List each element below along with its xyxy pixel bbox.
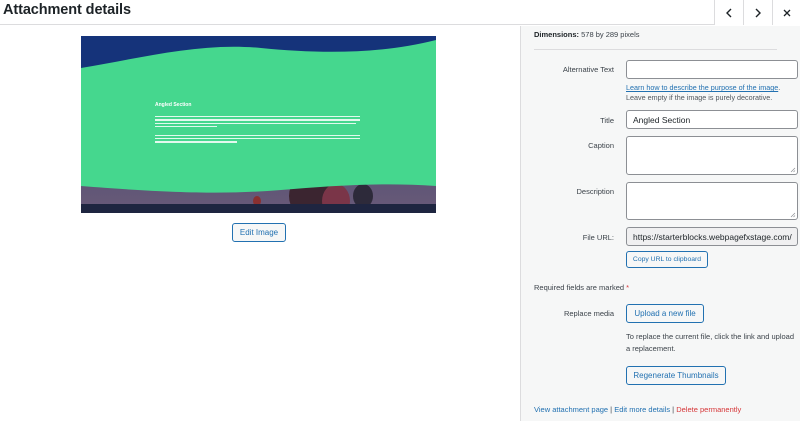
required-mark: * <box>626 283 630 292</box>
description-label: Description <box>576 187 614 196</box>
modal-title: Attachment details <box>3 2 131 18</box>
thumbnail-heading: Angled Section <box>155 102 192 108</box>
description-textarea[interactable] <box>626 182 798 220</box>
next-button[interactable] <box>743 0 772 25</box>
view-attachment-page-link[interactable]: View attachment page <box>534 405 608 414</box>
attachment-details-modal: Attachment details Angled Section Edit I… <box>0 0 800 421</box>
required-fields-note: Required fields are marked * <box>534 283 629 292</box>
alt-text-input[interactable] <box>626 60 798 79</box>
edit-more-details-link[interactable]: Edit more details <box>614 405 670 414</box>
attachment-thumbnail: Angled Section <box>81 36 436 213</box>
upload-new-file-button[interactable]: Upload a new file <box>626 304 704 323</box>
alt-text-help-suffix: . <box>778 83 781 92</box>
copy-url-button[interactable]: Copy URL to clipboard <box>626 251 708 268</box>
delete-permanently-link[interactable]: Delete permanently <box>676 405 741 414</box>
alt-text-help-note: Leave empty if the image is purely decor… <box>626 93 773 102</box>
required-note-text: Required fields are marked <box>534 283 625 292</box>
image-preview-pane: Angled Section Edit Image <box>0 26 520 421</box>
title-label: Title <box>600 116 614 125</box>
close-icon <box>783 9 790 16</box>
dimensions-label: Dimensions: <box>534 30 580 39</box>
caption-textarea[interactable] <box>626 136 798 175</box>
divider <box>534 49 777 50</box>
link-separator: | <box>672 405 675 414</box>
link-separator: | <box>610 405 613 414</box>
replace-media-label: Replace media <box>563 309 614 318</box>
alt-text-help: Learn how to describe the purpose of the… <box>626 83 800 103</box>
dimensions-value: 578 by 289 pixels <box>581 30 640 39</box>
attachment-actions: View attachment page | Edit more details… <box>534 405 741 414</box>
previous-button[interactable] <box>714 0 743 25</box>
file-url-label: File URL: <box>582 233 614 242</box>
file-url-input[interactable]: https://starterblocks.webpagefxstage.com… <box>626 227 798 246</box>
resize-handle-icon[interactable] <box>790 212 796 218</box>
modal-header: Attachment details <box>0 0 800 25</box>
alt-text-help-link[interactable]: Learn how to describe the purpose of the… <box>626 83 778 92</box>
chevron-right-icon <box>755 8 761 17</box>
dimensions-info: Dimensions: 578 by 289 pixels <box>534 30 639 39</box>
resize-handle-icon[interactable] <box>790 167 796 173</box>
edit-image-button[interactable]: Edit Image <box>232 223 286 242</box>
alt-text-label: Alternative Text <box>562 65 614 74</box>
thumbnail-body-text <box>155 116 360 145</box>
regenerate-thumbnails-button[interactable]: Regenerate Thumbnails <box>626 366 726 385</box>
attachment-details-sidebar: Dimensions: 578 by 289 pixels Alternativ… <box>520 26 800 421</box>
caption-label: Caption <box>588 141 614 150</box>
chevron-left-icon <box>726 8 732 17</box>
replace-media-help: To replace the current file, click the l… <box>626 332 795 353</box>
close-button[interactable] <box>772 0 800 25</box>
title-input[interactable]: Angled Section <box>626 110 798 129</box>
